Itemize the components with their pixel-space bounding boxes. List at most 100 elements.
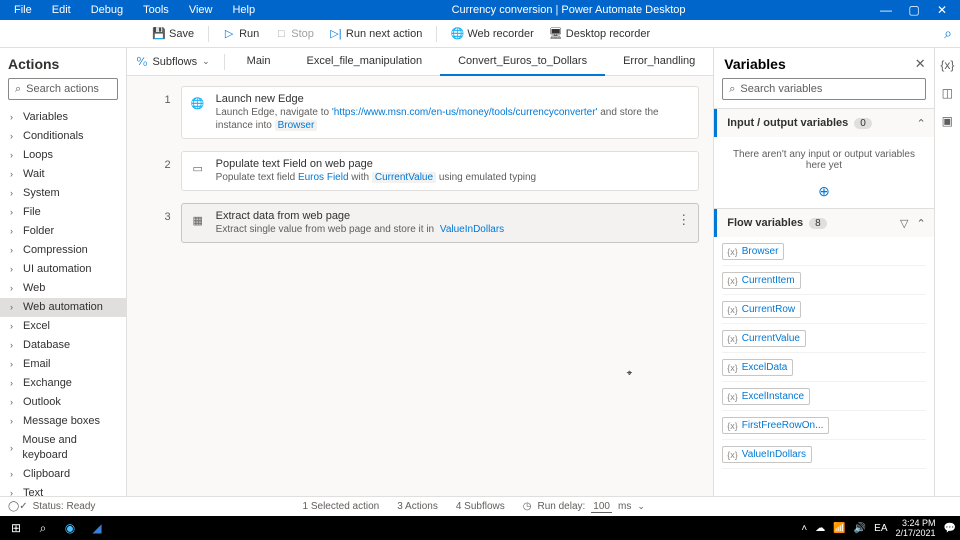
action-category[interactable]: ›Web automation: [0, 298, 126, 317]
language-indicator[interactable]: EA: [874, 523, 887, 534]
action-category[interactable]: ›System: [0, 184, 126, 203]
variable-row[interactable]: {x}ValueInDollars: [722, 446, 925, 469]
tab[interactable]: Main: [229, 48, 289, 76]
step-card[interactable]: 🌐Launch new EdgeLaunch Edge, navigate to…: [181, 86, 700, 139]
menu-help[interactable]: Help: [222, 4, 265, 16]
action-category[interactable]: ›Folder: [0, 222, 126, 241]
step-row[interactable]: 3▦Extract data from web pageExtract sing…: [137, 197, 704, 249]
menu-debug[interactable]: Debug: [81, 4, 133, 16]
variable-row[interactable]: {x}CurrentItem: [722, 272, 925, 295]
minimize-button[interactable]: —: [872, 0, 900, 20]
tab[interactable]: Error_handling: [605, 48, 713, 76]
flow-section-header[interactable]: Flow variables 8 ▽ ⌃: [714, 209, 933, 237]
braces-icon[interactable]: {x}: [940, 58, 954, 72]
action-category[interactable]: ›Text: [0, 484, 126, 496]
flow-canvas[interactable]: ⌖ 1🌐Launch new EdgeLaunch Edge, navigate…: [127, 76, 714, 496]
subflows-button[interactable]: ⁰∕₀ Subflows ⌄: [127, 55, 220, 68]
action-category[interactable]: ›Email: [0, 355, 126, 374]
filter-icon[interactable]: ▽: [900, 217, 908, 230]
menu-view[interactable]: View: [179, 4, 223, 16]
chevron-up-icon[interactable]: ⌃: [916, 117, 925, 130]
action-category[interactable]: ›Compression: [0, 241, 126, 260]
workspace: ⁰∕₀ Subflows ⌄ MainExcel_file_manipulati…: [127, 48, 714, 496]
variable-chip[interactable]: {x}CurrentRow: [722, 301, 801, 318]
variable-type-icon: {x}: [727, 450, 738, 460]
action-category[interactable]: ›Outlook: [0, 393, 126, 412]
tray-chevron-icon[interactable]: ˄: [801, 523, 807, 534]
delay-value[interactable]: 100: [591, 501, 612, 513]
variable-chip[interactable]: {x}ExcelInstance: [722, 388, 810, 405]
variable-row[interactable]: {x}CurrentRow: [722, 301, 925, 324]
action-category[interactable]: ›Excel: [0, 317, 126, 336]
layers-icon[interactable]: ◫: [942, 86, 953, 100]
variable-row[interactable]: {x}FirstFreeRowOn...: [722, 417, 925, 440]
maximize-button[interactable]: ▢: [900, 0, 928, 20]
step-card[interactable]: ▭Populate text Field on web pagePopulate…: [181, 151, 700, 191]
images-icon[interactable]: ▣: [942, 114, 953, 128]
variable-chip[interactable]: {x}CurrentValue: [722, 330, 806, 347]
chevron-down-icon[interactable]: ⌄: [637, 501, 645, 512]
action-category[interactable]: ›Loops: [0, 146, 126, 165]
actions-search[interactable]: ⌕ Search actions: [8, 78, 118, 100]
io-section-header[interactable]: Input / output variables 0 ⌃: [714, 109, 933, 137]
menu-tools[interactable]: Tools: [133, 4, 179, 16]
power-automate-icon[interactable]: ◢: [85, 518, 109, 538]
menu-edit[interactable]: Edit: [42, 4, 81, 16]
variable-row[interactable]: {x}ExcelInstance: [722, 388, 925, 411]
wifi-icon[interactable]: 📶: [833, 523, 845, 534]
titlebar: File Edit Debug Tools View Help Currency…: [0, 0, 960, 20]
variables-header: Variables ✕: [714, 48, 933, 78]
chevron-up-icon[interactable]: ⌃: [916, 217, 925, 230]
variable-row[interactable]: {x}ExcelData: [722, 359, 925, 382]
menu-file[interactable]: File: [4, 4, 42, 16]
step-row[interactable]: 2▭Populate text Field on web pagePopulat…: [137, 145, 704, 197]
save-icon: 💾: [153, 28, 165, 40]
action-category[interactable]: ›Exchange: [0, 374, 126, 393]
action-category[interactable]: ›Message boxes: [0, 412, 126, 431]
search-taskbar-icon[interactable]: ⌕: [31, 518, 55, 538]
flow-variables-list: {x}Browser {x}CurrentItem {x}CurrentRow {x}…: [714, 237, 933, 475]
run-button[interactable]: ▷ Run: [217, 25, 265, 43]
variable-chip[interactable]: {x}Browser: [722, 243, 784, 260]
action-category[interactable]: ›Variables: [0, 108, 126, 127]
variable-row[interactable]: {x}CurrentValue: [722, 330, 925, 353]
variable-chip[interactable]: {x}CurrentItem: [722, 272, 800, 289]
variable-chip[interactable]: {x}ValueInDollars: [722, 446, 812, 463]
action-category[interactable]: ›UI automation: [0, 260, 126, 279]
variables-title: Variables: [724, 56, 786, 72]
close-pane-icon[interactable]: ✕: [915, 56, 926, 72]
action-category[interactable]: ›Clipboard: [0, 465, 126, 484]
save-button[interactable]: 💾 Save: [147, 25, 200, 43]
action-category[interactable]: ›File: [0, 203, 126, 222]
close-button[interactable]: ✕: [928, 0, 956, 20]
action-category[interactable]: ›Database: [0, 336, 126, 355]
clock[interactable]: 3:24 PM 2/17/2021: [896, 518, 936, 538]
web-rec-label: Web recorder: [467, 28, 533, 40]
tab[interactable]: Excel_file_manipulation: [289, 48, 441, 76]
edge-icon[interactable]: ◉: [58, 518, 82, 538]
search-icon[interactable]: ⌕: [944, 25, 952, 42]
web-recorder-button[interactable]: 🌐 Web recorder: [445, 25, 539, 43]
start-button[interactable]: ⊞: [4, 518, 28, 538]
variable-chip[interactable]: {x}FirstFreeRowOn...: [722, 417, 829, 434]
action-label: Folder: [23, 224, 54, 239]
notifications-icon[interactable]: 💬: [944, 523, 956, 534]
more-icon[interactable]: ⋮: [677, 212, 690, 228]
run-next-label: Run next action: [346, 28, 422, 40]
variable-row[interactable]: {x}Browser: [722, 243, 925, 266]
action-category[interactable]: ›Conditionals: [0, 127, 126, 146]
stop-button[interactable]: □ Stop: [269, 25, 320, 43]
step-card[interactable]: ▦Extract data from web pageExtract singl…: [181, 203, 700, 243]
step-row[interactable]: 1🌐Launch new EdgeLaunch Edge, navigate t…: [137, 80, 704, 145]
variable-chip[interactable]: {x}ExcelData: [722, 359, 793, 376]
run-next-button[interactable]: ▷| Run next action: [324, 25, 428, 43]
desktop-recorder-button[interactable]: 🖥 Desktop recorder: [544, 25, 656, 43]
action-category[interactable]: ›Wait: [0, 165, 126, 184]
action-category[interactable]: ›Mouse and keyboard: [0, 431, 126, 465]
volume-icon[interactable]: 🔊: [854, 523, 866, 534]
tab[interactable]: Convert_Euros_to_Dollars: [440, 48, 605, 76]
action-category[interactable]: ›Web: [0, 279, 126, 298]
variables-search[interactable]: ⌕ Search variables: [722, 78, 925, 100]
add-variable-button[interactable]: ⊕: [714, 183, 933, 208]
cloud-icon[interactable]: ☁: [815, 523, 825, 534]
